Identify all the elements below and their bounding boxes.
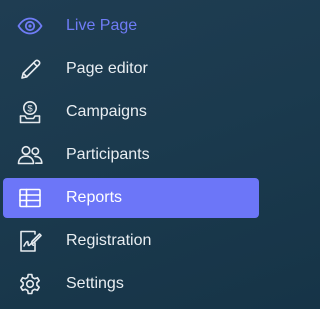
sidebar-item-settings[interactable]: Settings: [3, 264, 259, 304]
sidebar-item-live-page[interactable]: Live Page: [3, 6, 259, 46]
sidebar-item-label: Settings: [66, 275, 124, 292]
svg-text:$: $: [27, 104, 33, 115]
sidebar-item-registration[interactable]: Registration: [3, 221, 259, 261]
sidebar-item-label: Registration: [66, 232, 152, 249]
sidebar-item-label: Reports: [66, 189, 123, 206]
sidebar-item-label: Page editor: [66, 60, 148, 77]
sidebar-item-label: Live Page: [66, 17, 138, 34]
users-icon: [17, 143, 43, 167]
gear-icon: [17, 272, 43, 296]
sidebar-item-label: Campaigns: [66, 103, 147, 120]
sidebar-item-page-editor[interactable]: Page editor: [3, 49, 259, 89]
eye-icon: [17, 14, 43, 38]
sidebar-item-participants[interactable]: Participants: [3, 135, 259, 175]
pencil-icon: [17, 57, 43, 81]
sidebar-item-label: Participants: [66, 146, 150, 163]
signature-form-icon: [17, 229, 43, 253]
sidebar-item-reports[interactable]: Reports: [3, 178, 259, 218]
table-icon: [17, 186, 43, 210]
sidebar-nav: Live Page Page editor $ Campaigns Partic…: [0, 0, 259, 309]
donation-box-icon: $: [17, 100, 43, 124]
sidebar-item-campaigns[interactable]: $ Campaigns: [3, 92, 259, 132]
